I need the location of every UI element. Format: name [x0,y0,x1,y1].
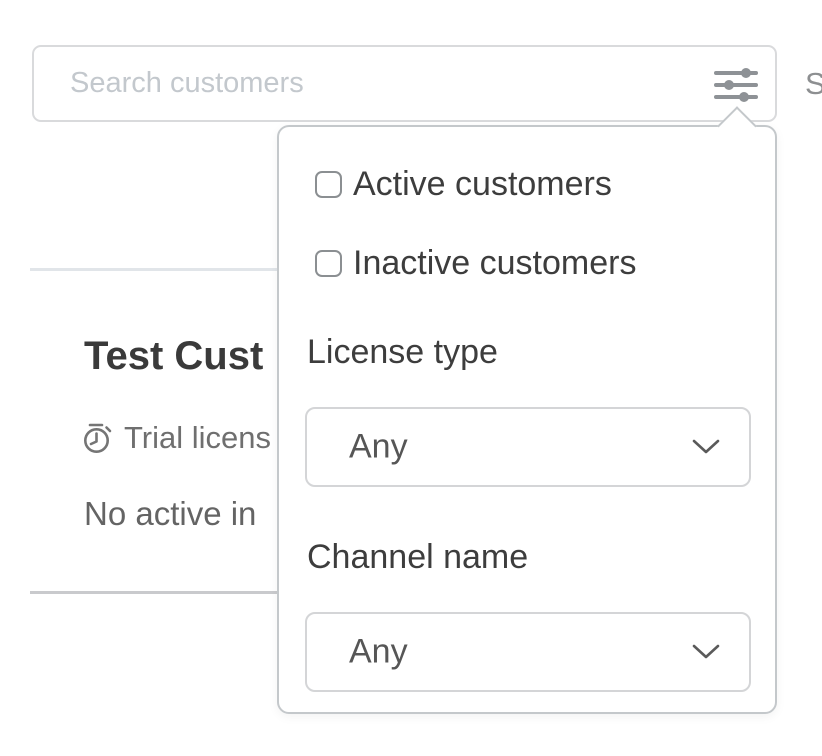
inactive-customers-checkbox[interactable] [315,250,342,277]
filter-popover: Active customers Inactive customers Lice… [277,125,777,714]
search-input[interactable] [34,47,775,120]
customer-name-heading: Test Cust [84,334,263,379]
active-customers-option[interactable]: Active customers [315,165,612,204]
trial-license-label: Trial licens [124,420,271,456]
customers-page: Test Cust Trial licens No active in [0,0,822,756]
channel-name-value: Any [349,633,408,672]
filter-button[interactable] [711,61,761,111]
license-type-value: Any [349,428,408,467]
sort-label-partial[interactable]: S [805,66,822,102]
sliders-filter-icon [713,65,759,105]
customer-status-text: No active in [84,495,256,533]
chevron-down-icon [691,643,721,661]
inactive-customers-option[interactable]: Inactive customers [315,244,636,283]
stopwatch-icon [82,421,114,455]
chevron-down-icon [691,438,721,456]
channel-name-label: Channel name [307,538,528,577]
channel-name-select[interactable]: Any [305,612,751,692]
inactive-customers-label: Inactive customers [353,244,636,283]
active-customers-checkbox[interactable] [315,171,342,198]
license-type-label: License type [307,333,498,372]
license-type-select[interactable]: Any [305,407,751,487]
search-box [32,45,777,122]
active-customers-label: Active customers [353,165,612,204]
trial-license-row: Trial licens [82,420,271,456]
